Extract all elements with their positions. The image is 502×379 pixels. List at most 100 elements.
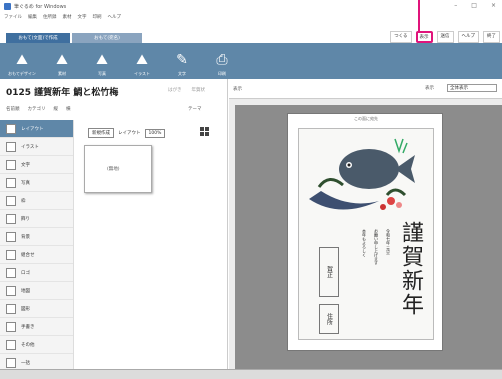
zoom-dropdown[interactable]: 全体表示 [447, 84, 497, 92]
postcard-design-area: 謹賀新年 本年もよろしく お願い申し上げます 令和七年 元旦 賀正 住所 [298, 128, 434, 340]
message-line: お願い申し上げます [374, 229, 379, 265]
tool-print[interactable]: ⎙ 印刷 [204, 47, 240, 79]
tool-front-design[interactable]: ⛰ おもてデザイン [4, 47, 40, 79]
category-item[interactable]: 飾り [0, 210, 73, 228]
menu-file[interactable]: ファイル [4, 14, 22, 20]
category-icon [6, 231, 16, 242]
scenery-icon: ⛰ [56, 52, 68, 68]
scenery-icon: ⛰ [16, 52, 28, 68]
tool-label: 文字 [178, 71, 186, 76]
category-item[interactable]: 組合せ [0, 246, 73, 264]
category-label: 文字 [21, 162, 30, 168]
category-item[interactable]: その他 [0, 336, 73, 354]
new-select[interactable]: 新規作成 [88, 128, 114, 138]
thumbnail-label: (無地) [107, 167, 120, 172]
filter-vertical[interactable]: 縦 [54, 106, 59, 112]
recipient-label: 賀正 [325, 266, 333, 278]
view-button[interactable]: 表示 [415, 31, 433, 43]
tool-illust[interactable]: ⛰ イラスト [124, 47, 160, 79]
toolbar: ⛰ おもてデザイン ⛰ 素材 ⛰ 写真 ⛰ イラスト ✎ 文字 ⎙ 印刷 [0, 43, 502, 79]
close-button[interactable]: × [491, 2, 496, 9]
category-item[interactable]: 背景 [0, 228, 73, 246]
menu-address[interactable]: 住所録 [43, 14, 57, 20]
category-icon [6, 357, 16, 368]
grid-view-icon[interactable] [200, 127, 209, 136]
postcard-top-note: この面に宛先 [354, 116, 378, 121]
category-icon [6, 177, 16, 188]
category-icon [6, 195, 16, 206]
menu-print[interactable]: 印刷 [93, 14, 102, 20]
category-item[interactable]: 枠 [0, 192, 73, 210]
send-button[interactable]: 送信 [436, 31, 454, 43]
category-item[interactable]: 図形 [0, 300, 73, 318]
category-item[interactable]: レイアウト [0, 120, 73, 138]
category-item[interactable]: 手書き [0, 318, 73, 336]
filter-category[interactable]: カテゴリ [28, 106, 46, 112]
head-newyear[interactable]: 年賀状 [192, 87, 206, 93]
app-icon [4, 2, 11, 10]
tab-front-design[interactable]: おもて(文面)で作成 [6, 33, 70, 43]
tool-label: おもてデザイン [8, 71, 36, 76]
category-label: イラスト [21, 144, 39, 150]
category-icon [6, 339, 16, 350]
make-button[interactable]: つくる [390, 31, 412, 43]
message-line: 本年もよろしく [362, 229, 367, 257]
preview-header: 表示 表示 全体表示 [229, 79, 502, 99]
category-list: レイアウト イラスト 文字 写真 枠 飾り 背景 組合せ ロゴ 地図 図形 手書… [0, 120, 74, 379]
category-label: 一括 [21, 360, 30, 366]
head-postcard[interactable]: はがき [168, 87, 182, 93]
filter-name[interactable]: 名前順 [6, 106, 20, 112]
category-label: 地図 [21, 288, 30, 294]
category-label: レイアウト [21, 126, 44, 132]
category-label: その他 [21, 342, 35, 348]
document-head-right: はがき 年賀状 [168, 87, 205, 93]
sea-bream-illustration [309, 138, 415, 210]
window-controls: – □ × [454, 2, 496, 9]
category-icon [6, 303, 16, 314]
menu-material[interactable]: 素材 [63, 14, 72, 20]
preview-label: 表示 [233, 87, 242, 92]
filter-row: 名前順 カテゴリ 縦 横 [6, 106, 71, 112]
greeting-text: 謹賀新年 [398, 221, 423, 317]
category-label: 背景 [21, 234, 30, 240]
category-item[interactable]: イラスト [0, 138, 73, 156]
category-label: 組合せ [21, 252, 35, 258]
category-label: 手書き [21, 324, 35, 330]
app-title: 筆ぐるめ for Windows [14, 3, 67, 10]
help-button[interactable]: ヘルプ [457, 31, 479, 43]
menu-text[interactable]: 文字 [78, 14, 87, 20]
sender-box[interactable]: 住所 [319, 304, 339, 334]
minimize-button[interactable]: – [454, 2, 457, 9]
category-item[interactable]: ロゴ [0, 264, 73, 282]
tool-photo[interactable]: ⛰ 写真 [84, 47, 120, 79]
category-icon [6, 285, 16, 296]
category-label: 飾り [21, 216, 30, 222]
tool-label: イラスト [134, 71, 150, 76]
menu-edit[interactable]: 編集 [28, 14, 37, 20]
callout-line [418, 0, 420, 32]
category-icon [6, 321, 16, 332]
category-label: 写真 [21, 180, 30, 186]
zoom-select[interactable]: 100% [144, 128, 166, 138]
thumbnail-card[interactable]: (無地) [84, 145, 152, 193]
category-icon [6, 267, 16, 278]
postcard-canvas[interactable]: この面に宛先 謹賀新年 本年もよろしく お願い申し上げます 令和七年 元旦 賀正… [287, 113, 443, 351]
maximize-button[interactable]: □ [471, 2, 477, 9]
category-icon [6, 123, 16, 134]
tool-material[interactable]: ⛰ 素材 [44, 47, 80, 79]
category-item[interactable]: 地図 [0, 282, 73, 300]
category-item[interactable]: 文字 [0, 156, 73, 174]
message-lines: 本年もよろしく お願い申し上げます 令和七年 元旦 [361, 229, 391, 265]
category-icon [6, 159, 16, 170]
category-item[interactable]: 写真 [0, 174, 73, 192]
recipient-box[interactable]: 賀正 [319, 247, 339, 297]
tool-text[interactable]: ✎ 文字 [164, 47, 200, 79]
tab-front-address[interactable]: おもて(宛名) [72, 33, 142, 43]
exit-button[interactable]: 終了 [483, 31, 500, 43]
tool-label: 印刷 [218, 71, 226, 76]
layout-label: レイアウト [118, 131, 141, 136]
menu-help[interactable]: ヘルプ [108, 14, 122, 20]
ruler-vertical [229, 105, 235, 379]
filter-theme[interactable]: テーマ [188, 106, 202, 112]
filter-horizontal[interactable]: 横 [66, 106, 71, 112]
